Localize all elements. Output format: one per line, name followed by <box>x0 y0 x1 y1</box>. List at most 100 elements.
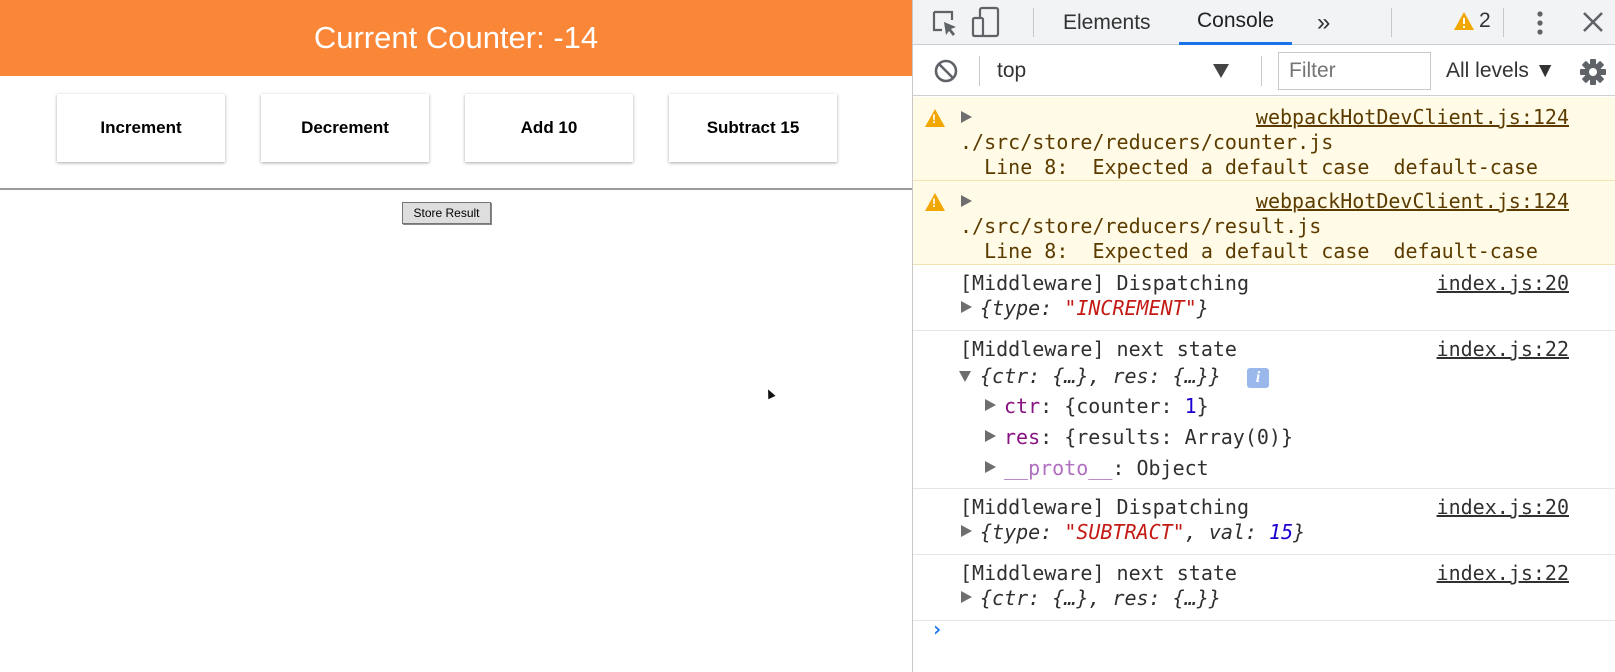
console-log-entry: [Middleware] next state index.js:22 {ctr… <box>913 331 1615 489</box>
toolbar-separator <box>979 56 980 86</box>
log-object[interactable]: {ctr: {…}, res: {…}} <box>980 585 1221 611</box>
divider <box>0 188 912 190</box>
console-log-entry: [Middleware] next state index.js:22 {ctr… <box>913 555 1615 621</box>
log-object[interactable]: {type: "SUBTRACT", val: 15} <box>980 519 1305 545</box>
obj-key: val <box>1208 520 1245 544</box>
devtools-toolbar: Elements Console » 2 <box>913 0 1615 45</box>
prop-ctr[interactable]: ctr: {counter: 1} <box>1004 393 1209 419</box>
toolbar-separator <box>1391 8 1392 37</box>
obj-key: type <box>992 296 1041 320</box>
inspect-element-icon[interactable] <box>931 9 959 37</box>
expand-triangle-icon[interactable] <box>961 195 972 207</box>
console-warning: webpackHotDevClient.js:124 ./src/store/r… <box>913 181 1615 265</box>
warning-file: ./src/store/reducers/counter.js <box>960 130 1334 154</box>
subtract-15-button[interactable]: Subtract 15 <box>669 94 837 162</box>
console-filter-bar: top All levels ▼ <box>913 46 1615 96</box>
log-label: [Middleware] Dispatching <box>960 271 1249 295</box>
brace: } <box>1293 520 1306 544</box>
source-link[interactable]: index.js:22 <box>1437 560 1569 586</box>
prop-number: 1 <box>1184 394 1197 418</box>
expand-triangle-icon[interactable] <box>961 301 972 313</box>
warnings-count: 2 <box>1479 9 1491 32</box>
collapse-triangle-icon[interactable] <box>959 371 971 382</box>
source-link[interactable]: webpackHotDevClient.js:124 <box>1256 104 1569 130</box>
store-result-button[interactable]: Store Result <box>402 202 491 224</box>
mouse-cursor-icon <box>764 387 776 400</box>
tab-elements[interactable]: Elements <box>1063 0 1151 45</box>
source-link[interactable]: index.js:20 <box>1437 494 1569 520</box>
console-prompt[interactable]: › <box>931 617 943 641</box>
prop-res[interactable]: res: {results: Array(0)} <box>1004 424 1293 450</box>
clear-console-icon[interactable] <box>933 58 959 84</box>
decrement-button[interactable]: Decrement <box>261 94 429 162</box>
obj-number: 15 <box>1269 520 1294 544</box>
tab-console-label: Console <box>1197 9 1275 32</box>
info-icon[interactable]: i <box>1247 368 1269 388</box>
expand-triangle-icon[interactable] <box>985 461 996 473</box>
obj-sep: : <box>1244 520 1270 544</box>
device-toolbar-icon[interactable] <box>971 6 1001 38</box>
warning-icon <box>925 109 945 127</box>
warning-icon <box>925 193 945 211</box>
warning-message: Line 8: Expected a default case default-… <box>960 239 1538 263</box>
chevron-down-icon <box>1213 64 1229 78</box>
expand-triangle-icon[interactable] <box>985 399 996 411</box>
context-label: top <box>997 59 1027 82</box>
console-log-entry: [Middleware] Dispatching index.js:20 {ty… <box>913 265 1615 331</box>
more-tabs-button[interactable]: » <box>1317 0 1330 45</box>
source-link[interactable]: index.js:20 <box>1437 270 1569 296</box>
prop-value: : {counter: <box>1040 394 1185 418</box>
brace: } <box>1196 296 1209 320</box>
obj-value: "INCREMENT" <box>1064 296 1197 320</box>
console-warning: webpackHotDevClient.js:124 ./src/store/r… <box>913 97 1615 181</box>
log-label: [Middleware] next state <box>960 561 1237 585</box>
obj-sep: : <box>1040 520 1065 544</box>
counter-header: Current Counter: -14 <box>0 0 912 76</box>
obj-sep: , <box>1184 520 1209 544</box>
brace: { <box>980 520 993 544</box>
gear-icon[interactable] <box>1579 58 1607 86</box>
console-log-entry: [Middleware] Dispatching index.js:20 {ty… <box>913 489 1615 555</box>
more-tabs-label: » <box>1317 8 1331 36</box>
warnings-counter[interactable]: 2 <box>1453 9 1491 33</box>
add-10-button[interactable]: Add 10 <box>465 94 633 162</box>
tab-console[interactable]: Console <box>1179 0 1293 45</box>
expand-triangle-icon[interactable] <box>961 525 972 537</box>
prop-value: : Object <box>1112 456 1209 480</box>
kebab-menu-icon[interactable] <box>1535 8 1545 38</box>
increment-button[interactable]: Increment <box>57 94 225 162</box>
expand-triangle-icon[interactable] <box>985 430 996 442</box>
log-label: [Middleware] Dispatching <box>960 495 1249 519</box>
source-link[interactable]: webpackHotDevClient.js:124 <box>1256 188 1569 214</box>
console-log: webpackHotDevClient.js:124 ./src/store/r… <box>913 97 1615 672</box>
prop-value: : {results: Array(0)} <box>1040 425 1293 449</box>
brace: } <box>1196 394 1209 418</box>
source-link[interactable]: index.js:22 <box>1437 336 1569 362</box>
warning-icon <box>1454 12 1474 30</box>
brace: { <box>980 296 993 320</box>
log-object[interactable]: {ctr: {…}, res: {…}} <box>980 363 1221 389</box>
log-object[interactable]: {type: "INCREMENT"} <box>980 295 1209 321</box>
app-page: Current Counter: -14 Increment Decrement… <box>0 0 912 672</box>
devtools-panel: Elements Console » 2 top Filter All leve… <box>912 0 1615 672</box>
context-selector[interactable]: top <box>997 46 1229 96</box>
toolbar-separator <box>1503 8 1504 37</box>
expand-triangle-icon[interactable] <box>961 591 972 603</box>
filter-input[interactable] <box>1278 52 1431 90</box>
close-icon[interactable] <box>1581 10 1605 34</box>
prop-proto[interactable]: __proto__: Object <box>1004 455 1209 481</box>
obj-sep: : <box>1040 296 1065 320</box>
log-levels-dropdown[interactable]: All levels ▼ <box>1446 46 1555 96</box>
tab-elements-label: Elements <box>1063 10 1151 34</box>
prop-key: __proto__ <box>1004 456 1113 480</box>
warning-message: Line 8: Expected a default case default-… <box>960 155 1538 179</box>
log-label: [Middleware] next state <box>960 337 1237 361</box>
toolbar-separator <box>1033 8 1034 37</box>
counter-text: Current Counter: -14 <box>313 20 599 55</box>
toolbar-separator <box>1261 56 1262 86</box>
obj-value: "SUBTRACT" <box>1064 520 1185 544</box>
prop-key: ctr <box>1004 394 1041 418</box>
expand-triangle-icon[interactable] <box>961 111 972 123</box>
log-levels-label: All levels ▼ <box>1446 59 1556 82</box>
prop-key: res <box>1004 425 1041 449</box>
